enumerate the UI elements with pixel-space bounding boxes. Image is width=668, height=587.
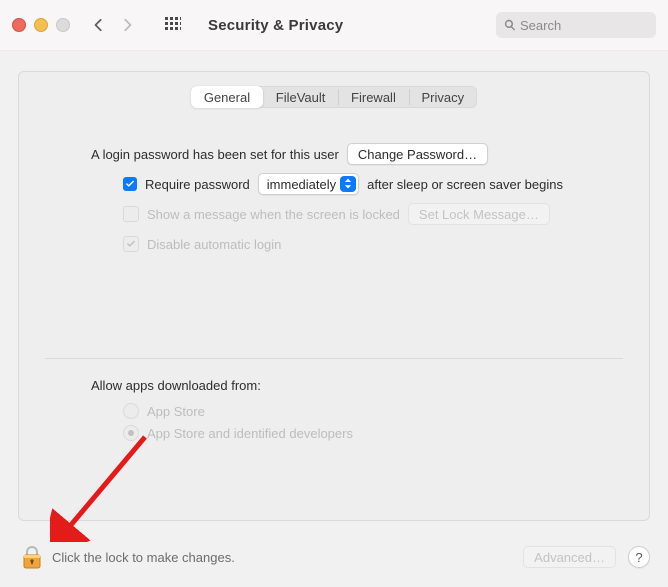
login-password-row: A login password has been set for this u… xyxy=(91,142,603,166)
require-password-checkbox[interactable] xyxy=(123,177,137,191)
chevron-left-icon xyxy=(92,18,106,32)
tab-label: FileVault xyxy=(276,90,326,105)
advanced-button: Advanced… xyxy=(523,546,616,568)
search-field-wrap[interactable] xyxy=(496,12,656,38)
check-icon xyxy=(126,239,136,249)
check-icon xyxy=(125,179,135,189)
button-label: Advanced… xyxy=(534,550,605,565)
zoom-window-icon xyxy=(56,18,70,32)
require-password-delay-dropdown[interactable]: immediately xyxy=(258,173,359,195)
window-controls xyxy=(12,18,70,32)
dropdown-arrows-icon xyxy=(340,176,356,192)
gatekeeper-option-appstore: App Store xyxy=(123,403,603,419)
lock-region[interactable]: Click the lock to make changes. xyxy=(22,545,235,569)
show-lock-message-checkbox xyxy=(123,206,139,222)
button-label: Change Password… xyxy=(358,147,477,162)
disable-auto-login-row: Disable automatic login xyxy=(123,232,603,256)
lock-text: Click the lock to make changes. xyxy=(52,550,235,565)
disable-auto-login-label: Disable automatic login xyxy=(147,237,281,252)
change-password-button[interactable]: Change Password… xyxy=(347,143,488,165)
search-icon xyxy=(504,19,516,31)
chevron-right-icon xyxy=(120,18,134,32)
search-input[interactable] xyxy=(496,12,656,38)
gatekeeper-heading: Allow apps downloaded from: xyxy=(91,378,603,393)
radio-label: App Store xyxy=(147,404,205,419)
content-pane: General FileVault Firewall Privacy A log… xyxy=(18,71,650,521)
content-wrap: General FileVault Firewall Privacy A log… xyxy=(0,51,668,521)
tabs: General FileVault Firewall Privacy xyxy=(191,86,477,108)
require-password-row: Require password immediately after sleep… xyxy=(123,172,603,196)
forward-button xyxy=(114,12,140,38)
gatekeeper-option-identified: App Store and identified developers xyxy=(123,425,603,441)
dropdown-value: immediately xyxy=(267,177,336,192)
set-lock-message-button: Set Lock Message… xyxy=(408,203,550,225)
disable-auto-login-checkbox xyxy=(123,236,139,252)
footer-right: Advanced… ? xyxy=(523,546,650,568)
show-lock-message-label: Show a message when the screen is locked xyxy=(147,207,400,222)
window-title: Security & Privacy xyxy=(208,17,343,34)
tab-label: General xyxy=(204,90,250,105)
help-button[interactable]: ? xyxy=(628,546,650,568)
radio-identified-developers xyxy=(123,425,139,441)
tab-firewall[interactable]: Firewall xyxy=(338,86,408,108)
button-label: Set Lock Message… xyxy=(419,207,539,222)
toolbar: Security & Privacy xyxy=(0,0,668,51)
minimize-window-icon[interactable] xyxy=(34,18,48,32)
back-button[interactable] xyxy=(86,12,112,38)
show-all-prefs-button[interactable] xyxy=(160,12,186,38)
radio-label: App Store and identified developers xyxy=(147,426,353,441)
show-lock-message-row: Show a message when the screen is locked… xyxy=(123,202,603,226)
tab-label: Firewall xyxy=(351,90,396,105)
nav-arrows xyxy=(86,12,140,38)
tab-label: Privacy xyxy=(422,90,465,105)
radio-app-store xyxy=(123,403,139,419)
after-sleep-text: after sleep or screen saver begins xyxy=(367,177,563,192)
tab-privacy[interactable]: Privacy xyxy=(409,86,477,108)
divider xyxy=(45,358,623,359)
footer: Click the lock to make changes. Advanced… xyxy=(0,545,668,587)
login-section: A login password has been set for this u… xyxy=(19,108,649,256)
require-password-label: Require password xyxy=(145,177,250,192)
tab-filevault[interactable]: FileVault xyxy=(263,86,338,108)
gatekeeper-section: Allow apps downloaded from: App Store Ap… xyxy=(91,378,603,441)
lock-icon xyxy=(22,545,42,569)
grid-icon xyxy=(165,17,181,33)
tab-general[interactable]: General xyxy=(191,86,263,108)
close-window-icon[interactable] xyxy=(12,18,26,32)
login-password-text: A login password has been set for this u… xyxy=(91,147,339,162)
